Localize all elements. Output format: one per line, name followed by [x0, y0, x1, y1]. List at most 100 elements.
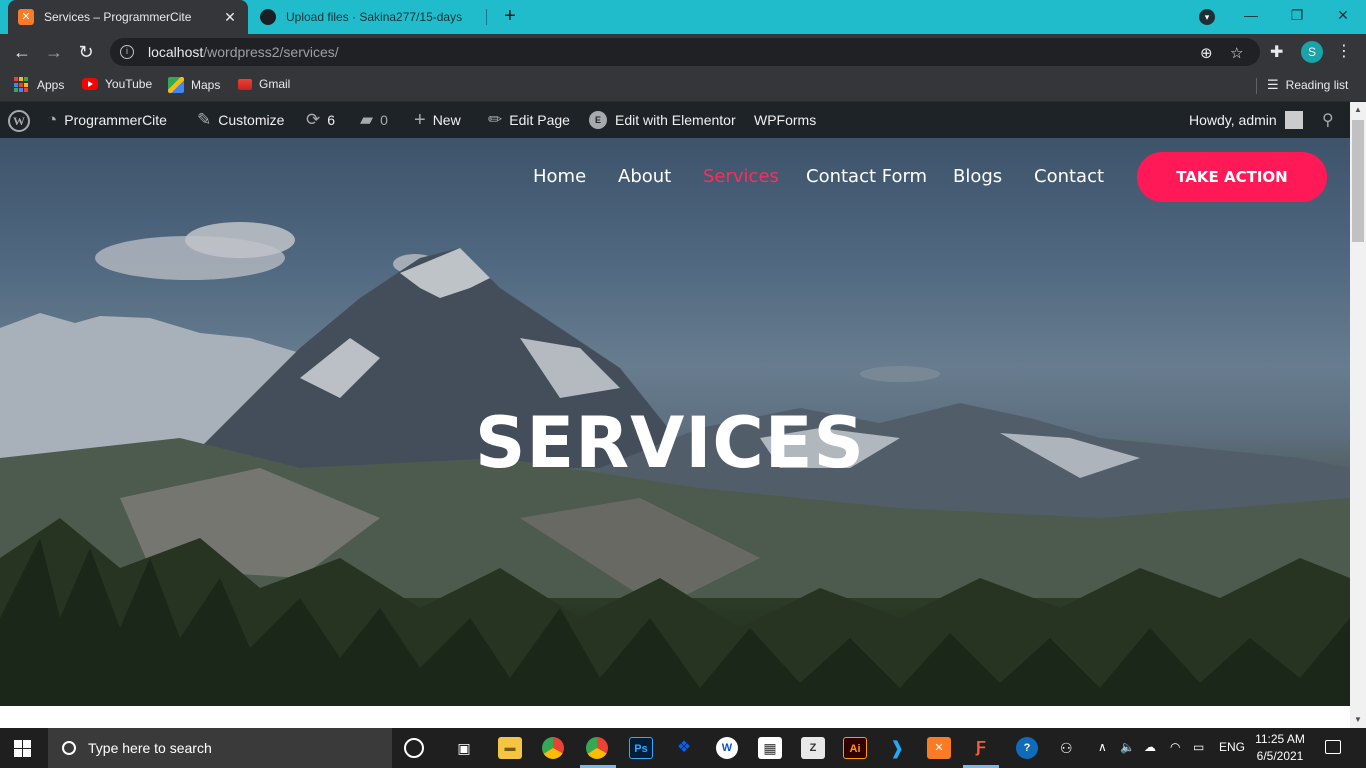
my-account-menu[interactable]: Howdy, admin — [1189, 102, 1303, 138]
scroll-up-arrow-icon[interactable]: ▲ — [1350, 102, 1366, 118]
pencil-icon: ✏ — [488, 110, 503, 129]
wps-icon[interactable]: W — [716, 737, 738, 759]
windows-start-icon[interactable] — [14, 740, 31, 757]
tab-title: Upload files · Sakina277/15-days — [286, 10, 463, 24]
elementor-icon: E — [589, 111, 607, 129]
bookmark-label: Maps — [191, 78, 221, 92]
people-icon[interactable]: ⚇ — [1060, 740, 1073, 757]
taskbar-search-placeholder: Type here to search — [88, 740, 212, 756]
extensions-puzzle-icon[interactable]: ✚ — [1270, 42, 1283, 62]
xampp-icon: ✕ — [18, 9, 34, 25]
browser-toolbar: ← → ↻ i localhost/wordpress2/services/ ⊕… — [0, 34, 1366, 70]
hero-section: Home About Services Contact Form Blogs C… — [0, 138, 1350, 706]
scroll-down-arrow-icon[interactable]: ▼ — [1350, 712, 1366, 728]
nav-contact-form[interactable]: Contact Form — [806, 166, 927, 187]
more-menu-icon[interactable]: ⋮ — [1336, 41, 1352, 61]
reading-list-button[interactable]: ☰ Reading list — [1267, 77, 1348, 93]
back-arrow-icon[interactable]: ← — [10, 40, 34, 64]
url-path: /wordpress2/services/ — [203, 44, 339, 60]
help-icon[interactable]: ? — [1016, 737, 1038, 759]
bookmark-youtube[interactable]: YouTube — [82, 77, 152, 91]
zoom-icon[interactable]: ⊕ — [1200, 44, 1213, 62]
filezilla-icon[interactable]: Ƒ — [969, 737, 993, 759]
wp-admin-bar: W ◔ ProgrammerCite ✎ Customize ⟳ 6 ▰ 0 +… — [0, 102, 1366, 138]
close-icon[interactable]: ✕ — [222, 9, 238, 26]
illustrator-icon[interactable]: Ai — [843, 737, 867, 759]
windows-taskbar: Type here to search ▣ ▬ Ps ❖ W ▦ Z Ai ❱ … — [0, 728, 1366, 768]
profile-avatar[interactable]: S — [1301, 41, 1323, 63]
wifi-icon[interactable]: ◠ — [1170, 740, 1180, 754]
admin-search-icon[interactable]: ⚲ — [1322, 102, 1334, 138]
language-indicator[interactable]: ENG — [1219, 740, 1245, 754]
xampp-icon[interactable]: ✕ — [927, 737, 951, 759]
restore-button[interactable]: ❐ — [1274, 0, 1320, 30]
taskbar-search-box[interactable]: Type here to search — [48, 728, 392, 768]
forward-arrow-icon[interactable]: → — [42, 40, 66, 64]
page-content-start — [0, 706, 1350, 728]
task-view-icon[interactable]: ▣ — [452, 737, 476, 759]
customize-label: Customize — [218, 112, 285, 128]
chrome-profile-icon[interactable] — [586, 737, 608, 759]
microsoft-store-icon[interactable]: ▦ — [758, 737, 782, 759]
wpforms-label: WPForms — [754, 112, 817, 128]
tab-search-icon[interactable]: ▾ — [1199, 9, 1215, 25]
maps-icon — [168, 77, 184, 93]
scroll-thumb[interactable] — [1352, 120, 1364, 242]
bookmark-star-icon[interactable]: ☆ — [1230, 44, 1243, 62]
zbrush-icon[interactable]: Z — [801, 737, 825, 759]
new-content-menu[interactable]: + New — [414, 102, 461, 138]
bookmark-label: Apps — [37, 78, 65, 92]
new-tab-button[interactable]: + — [498, 5, 522, 29]
nav-services[interactable]: Services — [703, 166, 779, 187]
tab-title: Services – ProgrammerCite — [44, 10, 192, 24]
edit-elementor-link[interactable]: E Edit with Elementor — [589, 102, 736, 138]
nav-blogs[interactable]: Blogs — [953, 166, 1002, 187]
page-title: SERVICES — [475, 402, 865, 484]
system-clock[interactable]: 11:25 AM 6/5/2021 — [1252, 731, 1308, 765]
onedrive-icon[interactable]: ☁ — [1144, 740, 1156, 754]
admin-avatar — [1284, 111, 1303, 129]
site-name-label: ProgrammerCite — [64, 112, 167, 128]
bookmark-apps[interactable]: Apps — [14, 77, 64, 93]
nav-home[interactable]: Home — [533, 166, 586, 187]
comments-count: 0 — [380, 112, 388, 128]
site-navigation: Home About Services Contact Form Blogs C… — [0, 152, 1350, 202]
updates-link[interactable]: ⟳ 6 — [306, 102, 335, 138]
site-info-icon[interactable]: i — [120, 45, 134, 59]
url-host: localhost — [148, 44, 204, 60]
bookmark-gmail[interactable]: Gmail — [238, 77, 290, 91]
reload-icon[interactable]: ↻ — [74, 40, 98, 64]
chrome-icon[interactable] — [542, 737, 564, 759]
tab-upload-files[interactable]: Upload files · Sakina277/15-days — [250, 0, 485, 34]
nav-about[interactable]: About — [618, 166, 671, 187]
minimize-button[interactable]: — — [1228, 0, 1274, 30]
apps-grid-icon — [14, 77, 30, 93]
edit-page-link[interactable]: ✏ Edit Page — [488, 102, 570, 138]
customize-link[interactable]: ✎ Customize — [197, 102, 284, 138]
file-explorer-icon[interactable]: ▬ — [498, 737, 522, 759]
vscode-icon[interactable]: ❱ — [885, 737, 909, 759]
page-scrollbar[interactable]: ▲ ▼ — [1350, 102, 1366, 728]
photoshop-icon[interactable]: Ps — [629, 737, 653, 759]
nav-contact[interactable]: Contact — [1034, 166, 1104, 187]
clock-date: 6/5/2021 — [1256, 749, 1304, 763]
bookmark-maps[interactable]: Maps — [168, 77, 220, 93]
howdy-label: Howdy, admin — [1189, 112, 1277, 128]
tab-services[interactable]: ✕ Services – ProgrammerCite ✕ — [8, 0, 248, 34]
bookmark-label: YouTube — [105, 77, 153, 91]
tab-separator — [486, 9, 487, 25]
address-bar[interactable]: i localhost/wordpress2/services/ ⊕ ☆ — [110, 38, 1260, 66]
window-close-button[interactable]: ✕ — [1320, 0, 1366, 30]
dropbox-icon[interactable]: ❖ — [672, 737, 696, 759]
cortana-icon[interactable] — [404, 738, 424, 758]
comments-link[interactable]: ▰ 0 — [360, 102, 388, 138]
volume-icon[interactable]: 🔈 — [1120, 740, 1135, 754]
battery-icon[interactable]: ▭ — [1193, 740, 1204, 754]
wordpress-logo-icon[interactable]: W — [8, 110, 30, 132]
take-action-button[interactable]: TAKE ACTION — [1137, 152, 1327, 202]
comment-bubble-icon: ▰ — [360, 110, 374, 129]
wpforms-link[interactable]: WPForms — [754, 102, 816, 138]
site-name-menu[interactable]: ◔ ProgrammerCite — [47, 102, 167, 138]
notification-center-icon[interactable] — [1325, 740, 1341, 754]
tray-chevron-icon[interactable]: ∧ — [1098, 740, 1107, 754]
